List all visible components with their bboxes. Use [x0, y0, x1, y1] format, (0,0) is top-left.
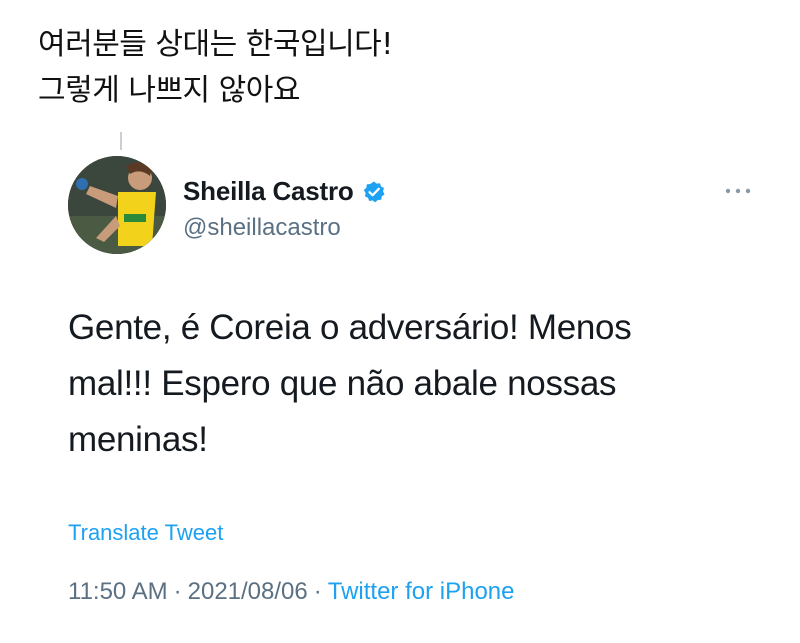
translate-tweet-link[interactable]: Translate Tweet: [68, 520, 223, 546]
thread-line: [120, 132, 122, 150]
tweet-time[interactable]: 11:50 AM: [68, 578, 168, 602]
meta-separator: ·: [173, 578, 182, 602]
avatar[interactable]: [68, 156, 166, 254]
tweet-meta: 11:50 AM · 2021/08/06 · Twitter for iPhone: [68, 578, 515, 602]
tweet-text: Gente, é Coreia o adversário! Menos mal!…: [68, 300, 758, 468]
more-options-icon[interactable]: [722, 184, 754, 196]
caption-line-2: 그렇게 나쁘지 않아요: [38, 73, 300, 108]
tweet-text-line: Gente, é Coreia o adversário! Menos: [68, 308, 632, 347]
caption-line-1: 여러분들 상대는 한국입니다!: [38, 27, 393, 62]
verified-badge-icon: [362, 180, 386, 204]
tweet-source-link[interactable]: Twitter for iPhone: [328, 578, 515, 602]
meta-separator: ·: [313, 578, 322, 602]
post-caption: 여러분들 상대는 한국입니다! 그렇게 나쁘지 않아요: [38, 22, 393, 114]
display-name[interactable]: Sheilla Castro: [183, 176, 354, 207]
avatar-image: [68, 156, 166, 254]
tweet-date[interactable]: 2021/08/06: [188, 578, 308, 602]
tweet-card: Sheilla Castro @sheillacastro Gente, é C…: [62, 132, 800, 612]
handle[interactable]: @sheillacastro: [183, 214, 341, 242]
tweet-text-line: meninas!: [68, 420, 208, 459]
tweet-text-line: mal!!! Espero que não abale nossas: [68, 364, 617, 403]
name-row: Sheilla Castro: [183, 176, 386, 207]
